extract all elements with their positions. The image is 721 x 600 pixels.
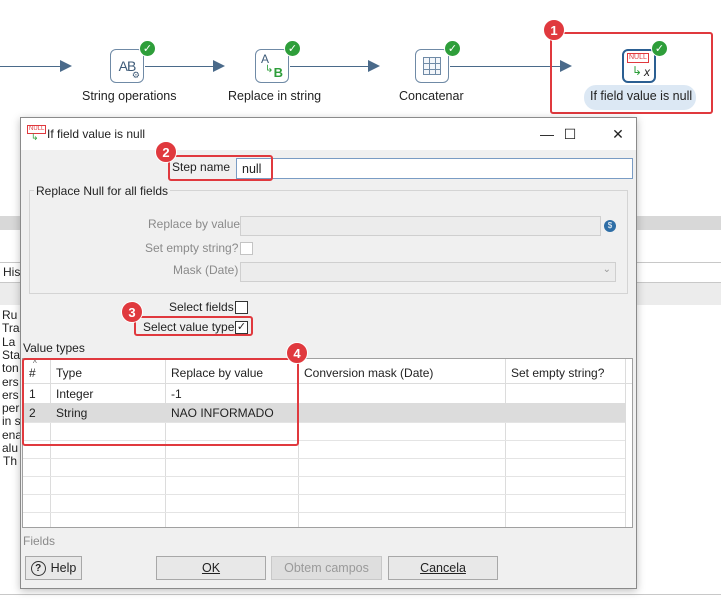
concat-icon[interactable] [415, 49, 449, 83]
column-divider [625, 359, 626, 527]
step-label-string-operations[interactable]: String operations [82, 89, 177, 103]
step-label-concatenar[interactable]: Concatenar [399, 89, 464, 103]
variable-icon[interactable]: $ [604, 220, 616, 232]
ok-button[interactable]: OK [156, 556, 266, 580]
value-types-label: Value types [23, 341, 85, 355]
check-icon: ✓ [284, 40, 301, 57]
replace-null-group-label: Replace Null for all fields [34, 184, 171, 198]
row-divider [23, 512, 625, 513]
step-name-input[interactable]: null [236, 158, 633, 179]
arrow-icon: ↳ [31, 132, 39, 142]
set-empty-string-label: Set empty string? [145, 241, 239, 255]
background-log-row: ers [2, 387, 19, 402]
background-log-row: La [2, 334, 16, 349]
check-icon: ✓ [139, 40, 156, 57]
annotation-badge-4: 4 [286, 342, 308, 364]
row-divider [23, 476, 625, 477]
background-log-row: ton [2, 361, 19, 376]
annotation-box-4 [22, 358, 299, 446]
background-log-row: per [2, 401, 20, 416]
check-icon: ✓ [444, 40, 461, 57]
hop-arrow [368, 60, 380, 72]
mask-date-select[interactable]: ⌄ [240, 262, 616, 282]
help-icon: ? [30, 560, 46, 576]
background-log-row: Tra [2, 321, 20, 336]
hop-line [145, 66, 215, 67]
fields-label: Fields [23, 534, 56, 548]
row-divider [23, 458, 625, 459]
select-fields-label: Select fields [169, 300, 234, 314]
arrow-icon: ↳ [265, 64, 274, 75]
hop-line [0, 66, 62, 67]
hop-arrow [213, 60, 225, 72]
mask-date-label: Mask (Date) [173, 263, 239, 277]
get-fields-button-label: Obtem campos [284, 561, 369, 575]
column-divider [505, 359, 506, 527]
dialog-titlebar[interactable]: NULL ↳ If field value is null — ☐ ✕ [21, 118, 636, 150]
dialog-title: If field value is null [47, 127, 146, 141]
get-fields-button[interactable]: Obtem campos [271, 556, 382, 580]
panel-divider [0, 594, 721, 595]
annotation-badge-2: 2 [155, 141, 177, 163]
history-tab[interactable]: His [3, 266, 20, 279]
annotation-box-1 [550, 32, 713, 114]
background-log-row: Th [3, 454, 18, 469]
help-button[interactable]: ? Help [25, 556, 82, 580]
cancel-button[interactable]: Cancela [388, 556, 498, 580]
select-fields-checkbox[interactable] [235, 301, 248, 314]
hop-line [290, 66, 370, 67]
ok-button-label: OK [201, 561, 221, 575]
background-log-row: Sta [2, 347, 21, 362]
grid-icon [423, 57, 441, 75]
column-header-set-empty-string[interactable]: Set empty string? [505, 364, 604, 382]
replace-in-string-icon[interactable]: A ↳ B [255, 49, 289, 83]
row-divider [23, 494, 625, 495]
replace-letter-b: B [273, 65, 283, 80]
annotation-box-3 [134, 316, 253, 336]
hop-arrow [60, 60, 72, 72]
background-log-row: alu [2, 441, 19, 455]
set-empty-string-checkbox[interactable] [240, 242, 253, 255]
step-label-replace-in-string[interactable]: Replace in string [228, 89, 321, 103]
background-log-row: in s [2, 414, 21, 429]
annotation-badge-1: 1 [543, 19, 565, 41]
cancel-button-label: Cancela [420, 561, 466, 575]
string-operations-icon[interactable]: AB ⚙ [110, 49, 144, 83]
replace-by-value-input[interactable] [240, 216, 601, 236]
help-button-label: Help [50, 561, 77, 575]
gear-icon: ⚙ [131, 70, 140, 80]
if-null-icon: NULL ↳ [27, 125, 47, 142]
annotation-box-2 [168, 155, 273, 181]
background-log-row: ers [2, 374, 19, 389]
close-button[interactable]: ✕ [605, 122, 631, 146]
chevron-down-icon: ⌄ [602, 264, 611, 275]
hop-line [450, 66, 562, 67]
background-log-row: Ru [2, 308, 18, 322]
maximize-button[interactable]: ☐ [557, 122, 583, 146]
column-header-conversion-mask[interactable]: Conversion mask (Date) [298, 364, 433, 382]
annotation-badge-3: 3 [121, 301, 143, 323]
replace-by-value-label: Replace by value [148, 217, 241, 231]
